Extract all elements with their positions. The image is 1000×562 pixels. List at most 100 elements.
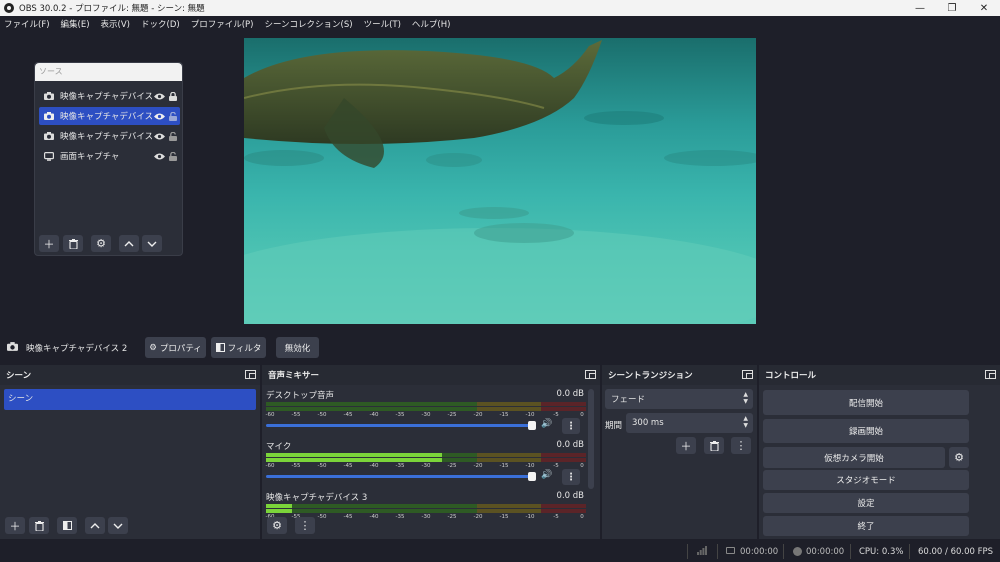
stream-status-icon: [726, 547, 735, 554]
menu-edit[interactable]: 編集(E): [61, 18, 90, 30]
move-scene-up-button[interactable]: [85, 517, 105, 534]
filter-icon: [215, 343, 225, 352]
channel-menu-button[interactable]: ⋮: [562, 418, 580, 434]
volume-slider-handle[interactable]: [528, 421, 536, 430]
volume-slider[interactable]: [266, 421, 536, 430]
start-streaming-button[interactable]: 配信開始: [763, 390, 969, 415]
sources-dock: ソース 映像キャプチャデバイス 映像キャプチャデバイス 映像キャプチャデバイス …: [34, 62, 183, 256]
undock-icon[interactable]: [245, 370, 256, 379]
eye-icon[interactable]: [152, 133, 166, 140]
menu-tools[interactable]: ツール(T): [364, 18, 401, 30]
settings-button[interactable]: 設定: [763, 493, 969, 513]
menu-file[interactable]: ファイル(F): [4, 18, 50, 30]
move-scene-down-button[interactable]: [108, 517, 128, 534]
source-item-selected[interactable]: 映像キャプチャデバイス: [39, 107, 180, 125]
mixer-title-text: 音声ミキサー: [268, 371, 320, 381]
volume-meter: [266, 509, 586, 513]
volume-slider[interactable]: [266, 472, 536, 481]
add-source-button[interactable]: ＋: [39, 235, 59, 252]
advanced-audio-button[interactable]: ⚙: [267, 517, 287, 534]
scene-filters-button[interactable]: [57, 517, 77, 534]
source-item[interactable]: 映像キャプチャデバイス: [39, 87, 180, 105]
meter-tick-label: -5: [553, 463, 559, 469]
add-transition-button[interactable]: ＋: [676, 437, 696, 454]
unlock-icon[interactable]: [166, 111, 180, 121]
meter-tick-label: -15: [499, 463, 509, 469]
undock-icon[interactable]: [585, 370, 596, 379]
mixer-menu-button[interactable]: ⋮: [295, 517, 315, 534]
mixer-channel-name: マイク: [266, 442, 292, 452]
eye-icon[interactable]: [152, 113, 166, 120]
start-virtual-camera-button[interactable]: 仮想カメラ開始: [763, 447, 945, 468]
source-properties-button[interactable]: ⚙: [91, 235, 111, 252]
video-preview[interactable]: [244, 38, 756, 324]
close-icon[interactable]: ✕: [964, 0, 1000, 16]
mixer-scrollbar[interactable]: [588, 389, 594, 489]
studio-mode-button[interactable]: スタジオモード: [763, 470, 969, 490]
remove-source-button[interactable]: [63, 235, 83, 252]
channel-menu-button[interactable]: ⋮: [562, 469, 580, 485]
lock-icon[interactable]: [166, 91, 180, 101]
add-scene-button[interactable]: ＋: [5, 517, 25, 534]
source-label: 画面キャプチャ: [60, 152, 120, 162]
transition-type-select[interactable]: フェード ▲ ▼: [605, 389, 753, 409]
scene-item[interactable]: シーン: [4, 389, 256, 410]
unlock-icon[interactable]: [166, 151, 180, 161]
transition-menu-button[interactable]: ⋮: [731, 437, 751, 454]
gear-icon: ⚙: [96, 237, 106, 250]
meter-tick-label: -50: [317, 463, 327, 469]
virtual-camera-settings-button[interactable]: ⚙: [949, 447, 969, 468]
remove-transition-button[interactable]: [704, 437, 724, 454]
duration-spinbox[interactable]: 300 ms ▲ ▼: [626, 413, 753, 433]
move-source-up-button[interactable]: [119, 235, 139, 252]
kebab-icon: ⋮: [735, 439, 747, 452]
remove-scene-button[interactable]: [29, 517, 49, 534]
meter-tick-label: -25: [447, 463, 457, 469]
volume-slider-handle[interactable]: [528, 472, 536, 481]
audio-mixer-panel: 音声ミキサー デスクトップ音声 0.0 dB -60 -55 -50 -45 -40 -35-…: [262, 365, 600, 539]
move-source-down-button[interactable]: [142, 235, 162, 252]
mixer-channel-db: 0.0 dB: [556, 440, 584, 450]
menu-bar: ファイル(F) 編集(E) 表示(V) ドック(D) プロファイル(P) シーン…: [0, 16, 1000, 32]
meter-tick-label: -35: [395, 463, 405, 469]
camera-icon: [43, 92, 55, 100]
unlock-icon[interactable]: [166, 131, 180, 141]
source-item[interactable]: 映像キャプチャデバイス: [39, 127, 180, 145]
filters-button[interactable]: フィルタ: [211, 337, 266, 358]
meter-tick-label: -35: [395, 514, 405, 520]
source-label: 映像キャプチャデバイス: [60, 132, 152, 142]
menu-profile[interactable]: プロファイル(P): [191, 18, 254, 30]
trash-icon: [68, 238, 78, 249]
camera-icon: [43, 132, 55, 140]
undock-icon[interactable]: [985, 370, 996, 379]
exit-button[interactable]: 終了: [763, 516, 969, 536]
disable-button[interactable]: 無効化: [276, 337, 319, 358]
meter-tick-label: 0: [580, 463, 584, 469]
volume-meter: [266, 407, 586, 411]
menu-help[interactable]: ヘルプ(H): [412, 18, 451, 30]
meter-tick-label: -20: [473, 412, 483, 418]
properties-label: プロパティ: [159, 343, 202, 354]
meter-tick-label: -15: [499, 412, 509, 418]
meter-tick-label: -25: [447, 412, 457, 418]
kebab-icon: ⋮: [299, 519, 311, 532]
meter-tick-label: -10: [525, 463, 535, 469]
menu-docks[interactable]: ドック(D): [141, 18, 180, 30]
volume-meter-level: [266, 458, 442, 462]
source-item[interactable]: 画面キャプチャ: [39, 147, 180, 165]
mixer-title: 音声ミキサー: [262, 365, 600, 385]
meter-tick-label: -55: [291, 412, 301, 418]
meter-tick-label: -30: [421, 412, 431, 418]
eye-icon[interactable]: [152, 153, 166, 160]
undock-icon[interactable]: [742, 370, 753, 379]
gear-icon: ⚙: [954, 451, 964, 464]
menu-view[interactable]: 表示(V): [101, 18, 130, 30]
speaker-icon[interactable]: 🔊: [541, 470, 552, 480]
controls-panel: コントロール 配信開始 録画開始 仮想カメラ開始 ⚙ スタジオモード 設定 終了: [759, 365, 1000, 539]
menu-scene-collection[interactable]: シーンコレクション(S): [264, 18, 352, 30]
properties-button[interactable]: ⚙ プロパティ: [145, 337, 206, 358]
eye-icon[interactable]: [152, 93, 166, 100]
window-titlebar: OBS 30.0.2 - プロファイル: 無題 - シーン: 無題: [0, 0, 1000, 16]
start-recording-button[interactable]: 録画開始: [763, 419, 969, 443]
speaker-icon[interactable]: 🔊: [541, 419, 552, 429]
